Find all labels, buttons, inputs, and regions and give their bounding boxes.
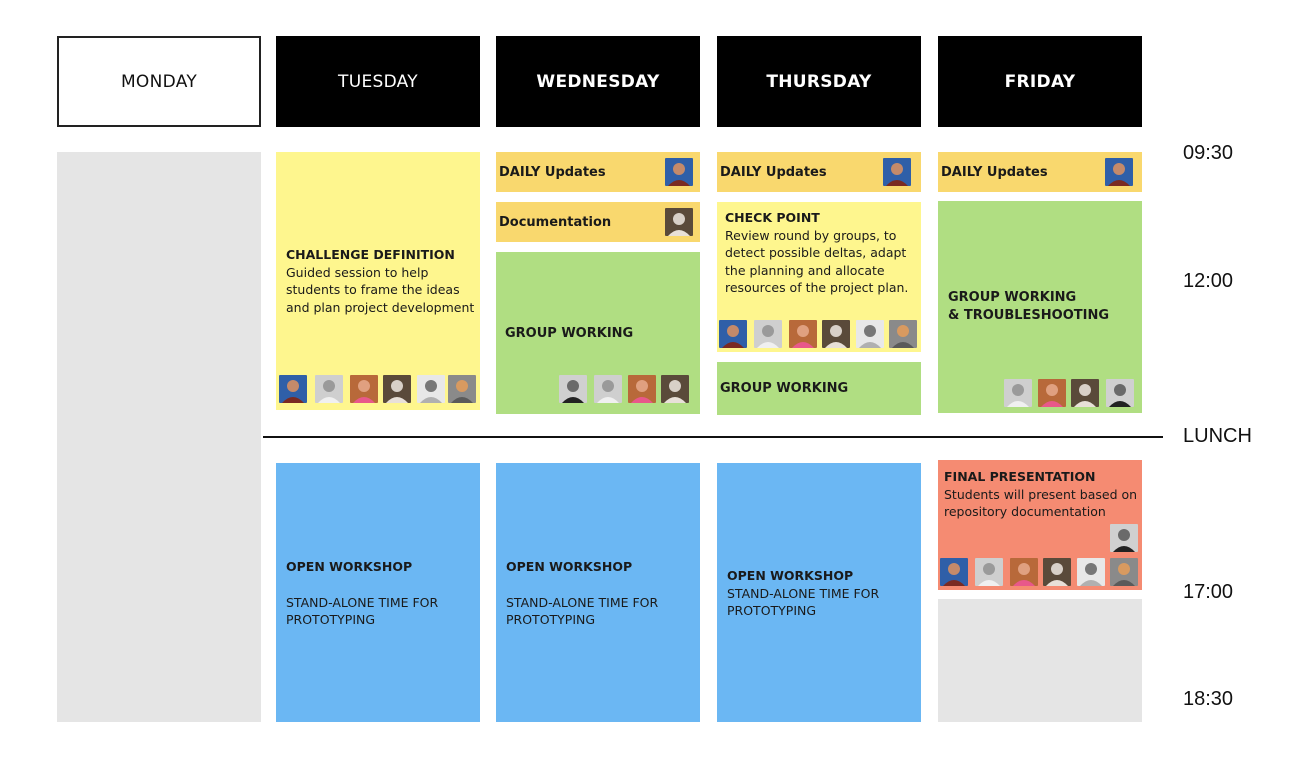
person-avatar-icon [1077,558,1105,586]
final-presentation-description: Students will present based on repositor… [944,486,1138,520]
person-avatar-icon [1004,379,1032,407]
person-avatar-icon [665,158,693,186]
person-avatar-icon [665,208,693,236]
thursday-daily-block[interactable]: DAILY Updates [717,152,921,192]
person-avatar-icon [1043,558,1071,586]
daily-updates-label: DAILY Updates [941,165,1048,180]
person-avatar-icon [383,375,411,403]
checkpoint-title: CHECK POINT [725,210,820,225]
person-avatar-icon [315,375,343,403]
time-1700: 17:00 [1183,581,1234,603]
person-avatar-icon [448,375,476,403]
tuesday-workshop-block[interactable]: OPEN WORKSHOP STAND-ALONE TIME FOR PROTO… [276,463,480,722]
header-friday: FRIDAY [938,36,1142,127]
header-friday-label: FRIDAY [1004,71,1076,92]
header-thursday-label: THURSDAY [766,71,872,92]
thursday-checkpoint-block[interactable]: CHECK POINT Review round by groups, to d… [717,202,921,352]
checkpoint-description: Review round by groups, to detect possib… [725,227,909,296]
person-avatar-icon [754,320,782,348]
person-avatar-icon [279,375,307,403]
person-avatar-icon [789,320,817,348]
time-0930: 09:30 [1183,142,1234,164]
daily-updates-label: DAILY Updates [499,165,606,180]
challenge-description: Guided session to help students to frame… [286,264,475,315]
person-avatar-icon [1071,379,1099,407]
header-thursday: THURSDAY [717,36,921,127]
friday-empty-block [938,599,1142,722]
header-monday: MONDAY [57,36,261,127]
header-monday-label: MONDAY [120,71,198,92]
person-avatar-icon [1110,524,1138,552]
person-avatar-icon [883,158,911,186]
header-tuesday: TUESDAY [276,36,480,127]
person-avatar-icon [856,320,884,348]
lunch-divider [263,436,1163,438]
tuesday-challenge-block[interactable]: CHALLENGE DEFINITION Guided session to h… [276,152,480,410]
time-1200: 12:00 [1183,270,1234,292]
workshop-description: STAND-ALONE TIME FOR PROTOTYPING [286,594,439,628]
person-avatar-icon [1106,379,1134,407]
person-avatar-icon [975,558,1003,586]
person-avatar-icon [1105,158,1133,186]
person-avatar-icon [719,320,747,348]
documentation-label: Documentation [499,215,612,230]
thursday-workshop-block[interactable]: OPEN WORKSHOP STAND-ALONE TIME FOR PROTO… [717,463,921,722]
person-avatar-icon [661,375,689,403]
person-avatar-icon [628,375,656,403]
person-avatar-icon [822,320,850,348]
monday-empty-block [57,152,261,722]
wednesday-documentation-block[interactable]: Documentation [496,202,700,242]
workshop-description: STAND-ALONE TIME FOR PROTOTYPING [727,585,880,619]
group-working-label: GROUP WORKING [720,381,849,396]
wednesday-group-working-block[interactable]: GROUP WORKING [496,252,700,414]
person-avatar-icon [1110,558,1138,586]
person-avatar-icon [350,375,378,403]
daily-updates-label: DAILY Updates [720,165,827,180]
group-working-line2: & TROUBLESHOOTING [948,307,1110,323]
final-presentation-title: FINAL PRESENTATION [944,469,1096,484]
time-1830: 18:30 [1183,688,1234,710]
person-avatar-icon [417,375,445,403]
challenge-title: CHALLENGE DEFINITION [286,247,455,262]
workshop-title: OPEN WORKSHOP [286,559,413,574]
friday-final-presentation-block[interactable]: FINAL PRESENTATION Students will present… [938,460,1142,590]
person-avatar-icon [559,375,587,403]
header-tuesday-label: TUESDAY [338,71,418,92]
header-wednesday-label: WEDNESDAY [536,71,660,92]
person-avatar-icon [1010,558,1038,586]
person-avatar-icon [1038,379,1066,407]
wednesday-daily-block[interactable]: DAILY Updates [496,152,700,192]
workshop-title: OPEN WORKSHOP [727,568,854,583]
thursday-group-working-block[interactable]: GROUP WORKING [717,362,921,415]
time-lunch: LUNCH [1183,425,1252,447]
person-avatar-icon [940,558,968,586]
friday-group-working-block[interactable]: GROUP WORKING & TROUBLESHOOTING [938,201,1142,413]
header-wednesday: WEDNESDAY [496,36,700,127]
workshop-title: OPEN WORKSHOP [506,559,633,574]
group-working-line1: GROUP WORKING [948,290,1077,305]
workshop-description: STAND-ALONE TIME FOR PROTOTYPING [506,594,659,628]
wednesday-workshop-block[interactable]: OPEN WORKSHOP STAND-ALONE TIME FOR PROTO… [496,463,700,722]
person-avatar-icon [889,320,917,348]
person-avatar-icon [594,375,622,403]
friday-daily-block[interactable]: DAILY Updates [938,152,1142,192]
group-working-label: GROUP WORKING [505,326,634,341]
